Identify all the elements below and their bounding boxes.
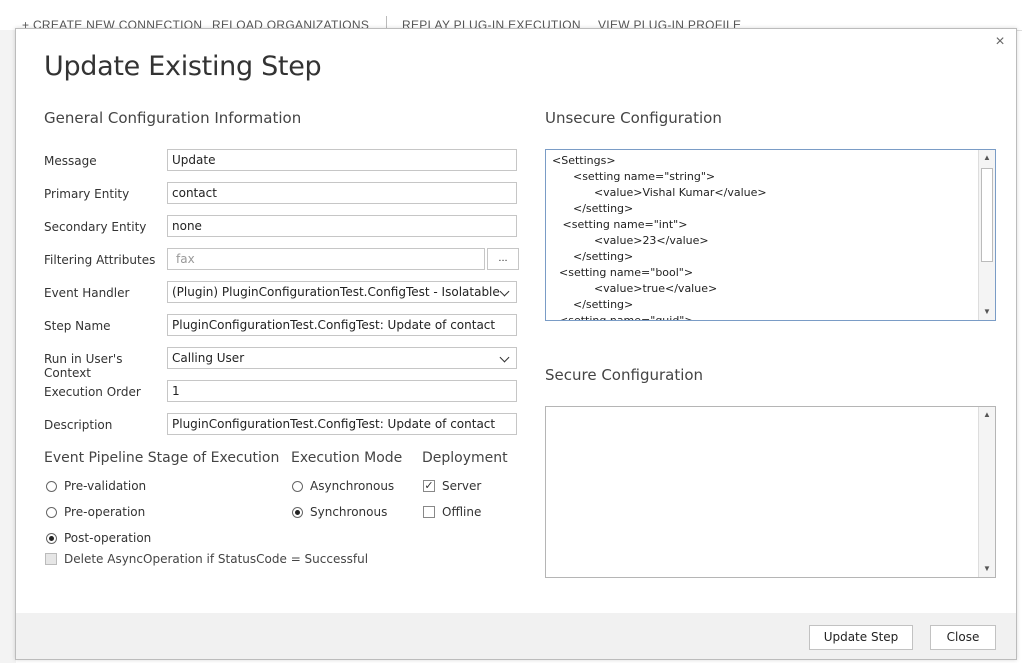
radio-selected-icon [292, 506, 303, 518]
pipeline-stage-heading: Event Pipeline Stage of Execution [44, 450, 280, 466]
radio-icon [46, 480, 57, 492]
config-line: <Settings> [552, 154, 616, 167]
pre-validation-radio[interactable]: Pre-validation [46, 479, 146, 493]
asynchronous-label: Asynchronous [310, 479, 395, 493]
execution-mode-heading: Execution Mode [291, 450, 403, 466]
filtering-attributes-browse-button[interactable]: ... [487, 248, 519, 270]
checkmark-icon: ✓ [423, 479, 435, 492]
config-line: <setting name="string"> [552, 170, 716, 183]
run-context-label: Run in User's Context [44, 352, 123, 380]
asynchronous-radio[interactable]: Asynchronous [292, 479, 394, 493]
config-line: </setting> [552, 298, 634, 311]
config-line: <setting name="int"> [552, 218, 688, 231]
post-operation-radio[interactable]: Post-operation [46, 531, 151, 545]
config-line: </setting> [552, 250, 634, 263]
description-field[interactable]: PluginConfigurationTest.ConfigTest: Upda… [167, 413, 517, 435]
message-field[interactable]: Update [167, 149, 517, 171]
delete-async-label: Delete AsyncOperation if StatusCode = Su… [64, 552, 369, 566]
config-line: <setting name="bool"> [552, 266, 694, 279]
close-button[interactable]: Close [930, 625, 996, 650]
secure-config-heading: Secure Configuration [545, 366, 704, 384]
message-label: Message [44, 154, 97, 168]
description-label: Description [44, 418, 113, 432]
filtering-attributes-field[interactable]: fax [167, 248, 485, 270]
deployment-heading: Deployment [422, 450, 508, 466]
primary-entity-field[interactable]: contact [167, 182, 517, 204]
post-operation-label: Post-operation [64, 531, 152, 545]
radio-icon [46, 506, 57, 518]
execution-order-field[interactable]: 1 [167, 380, 517, 402]
config-line: <setting name="guid"> [552, 314, 694, 321]
checkbox-icon [45, 553, 57, 565]
dialog-footer: Update Step Close [16, 613, 1016, 659]
dialog-title: Update Existing Step [44, 51, 322, 82]
step-name-label: Step Name [44, 319, 111, 333]
execution-order-label: Execution Order [44, 385, 141, 399]
config-line: </setting> [552, 202, 634, 215]
step-name-field[interactable]: PluginConfigurationTest.ConfigTest: Upda… [167, 314, 517, 336]
event-handler-label: Event Handler [44, 286, 130, 300]
filtering-attributes-label: Filtering Attributes [44, 253, 156, 267]
delete-async-checkbox[interactable]: Delete AsyncOperation if StatusCode = Su… [45, 552, 368, 566]
secure-config-textarea[interactable]: ▲ ▼ [545, 406, 996, 578]
update-step-dialog: × Update Existing Step General Configura… [15, 28, 1017, 660]
scroll-down-icon[interactable]: ▼ [982, 307, 992, 317]
background-left-strip [0, 30, 16, 663]
pre-operation-label: Pre-operation [64, 505, 146, 519]
close-icon[interactable]: × [992, 34, 1008, 50]
server-label: Server [442, 479, 482, 493]
scroll-up-icon[interactable]: ▲ [982, 410, 992, 420]
primary-entity-label: Primary Entity [44, 187, 130, 201]
synchronous-label: Synchronous [310, 505, 388, 519]
radio-icon [292, 480, 303, 492]
synchronous-radio[interactable]: Synchronous [292, 505, 387, 519]
event-handler-select[interactable]: (Plugin) PluginConfigurationTest.ConfigT… [167, 281, 517, 303]
config-line: <value>true</value> [552, 282, 718, 295]
scroll-down-icon[interactable]: ▼ [982, 564, 992, 574]
unsecure-config-heading: Unsecure Configuration [545, 109, 722, 127]
scroll-thumb[interactable] [981, 168, 993, 262]
unsecure-scrollbar[interactable]: ▲ ▼ [978, 150, 995, 320]
secure-scrollbar[interactable]: ▲ ▼ [978, 407, 995, 577]
unsecure-config-textarea[interactable]: <Settings> <setting name="string"> <valu… [545, 149, 996, 321]
scroll-up-icon[interactable]: ▲ [982, 153, 992, 163]
config-line: <value>Vishal Kumar</value> [552, 186, 767, 199]
secondary-entity-label: Secondary Entity [44, 220, 147, 234]
checkbox-icon [423, 506, 435, 518]
update-step-button[interactable]: Update Step [809, 625, 913, 650]
general-config-heading: General Configuration Information [44, 109, 302, 127]
config-line: <value>23</value> [552, 234, 709, 247]
secondary-entity-field[interactable]: none [167, 215, 517, 237]
offline-label: Offline [442, 505, 482, 519]
offline-checkbox[interactable]: Offline [423, 505, 481, 519]
server-checkbox[interactable]: ✓ Server [423, 479, 481, 493]
pre-operation-radio[interactable]: Pre-operation [46, 505, 145, 519]
pre-validation-label: Pre-validation [64, 479, 147, 493]
run-context-select[interactable]: Calling User [167, 347, 517, 369]
background-toolbar: + CREATE NEW CONNECTION RELOAD ORGANIZAT… [0, 0, 1022, 32]
radio-selected-icon [46, 532, 57, 544]
